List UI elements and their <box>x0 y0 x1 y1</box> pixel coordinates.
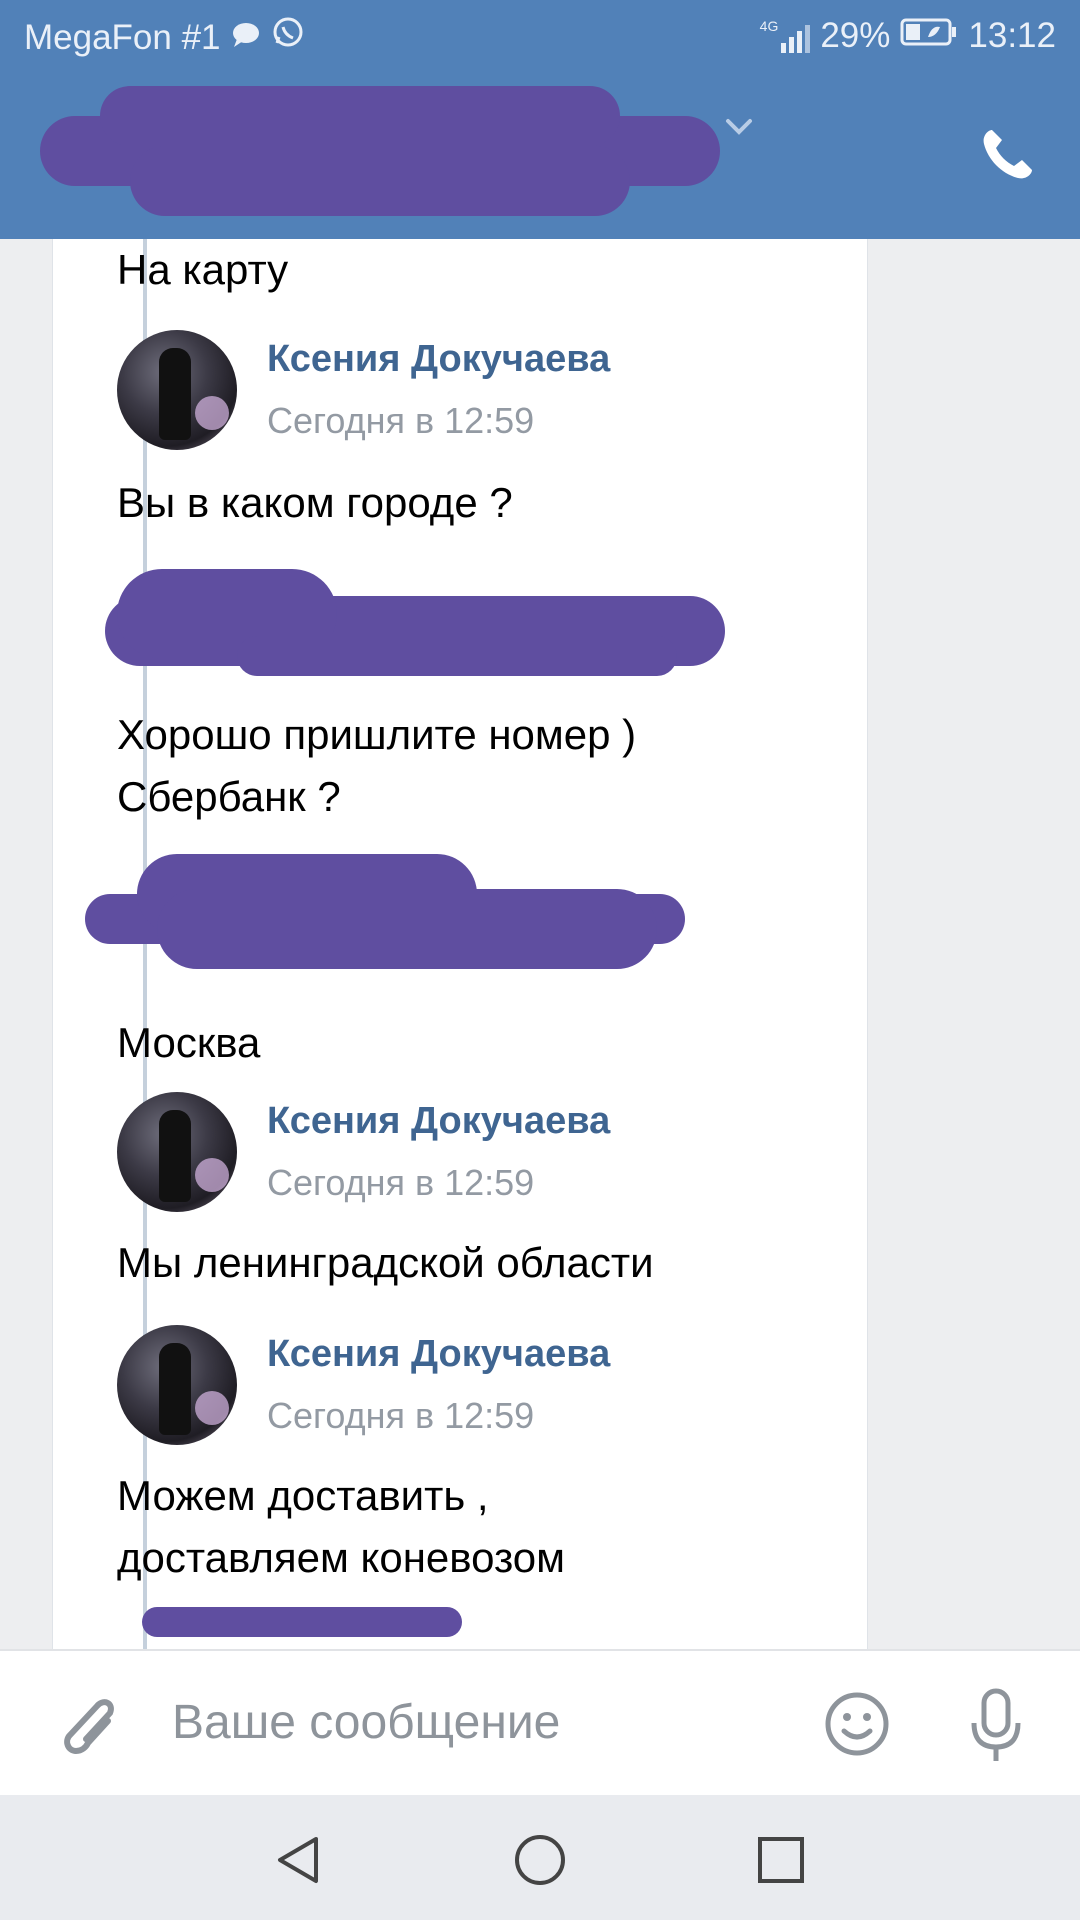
signal-icon: 4G <box>760 19 811 53</box>
phone-icon[interactable] <box>978 126 1036 184</box>
message-text: Можем доставить , доставляем коневозом <box>117 1465 565 1589</box>
status-indicators: 4G 29% 13:12 <box>760 16 1056 56</box>
chat-area[interactable]: На карту Ксения Докучаева Сегодня в 12:5… <box>0 239 1080 1649</box>
author-row[interactable]: Ксения Докучаева Сегодня в 12:59 <box>117 1325 817 1449</box>
carrier-group: MegaFon #1 <box>24 16 305 59</box>
message-text: Москва <box>117 1019 261 1066</box>
avatar[interactable] <box>117 1092 237 1212</box>
author-row-redacted <box>105 564 817 688</box>
status-bar: MegaFon #1 4G 29% 13:12 <box>0 0 1080 76</box>
author-name[interactable]: Ксения Докучаева <box>267 1100 610 1143</box>
attachment-icon[interactable] <box>52 1691 118 1761</box>
message-text: Вы в каком городе ? <box>117 479 513 526</box>
system-navigation-bar <box>0 1795 1080 1920</box>
message-composer: Ваше сообщение <box>0 1649 1080 1797</box>
author-name[interactable]: Ксения Докучаева <box>267 1333 610 1376</box>
chat-bubble-icon <box>231 18 261 58</box>
message-text: На карту <box>117 246 289 293</box>
message-line: Можем доставить , <box>117 1472 489 1519</box>
author-row[interactable]: Ксения Докучаева Сегодня в 12:59 <box>117 330 817 454</box>
network-type-label: 4G <box>759 18 779 34</box>
message-text: Хорошо пришлите номер ) Сбербанк ? <box>117 704 636 828</box>
message-time: Сегодня в 12:59 <box>267 1395 535 1436</box>
conversation-title-redacted[interactable] <box>40 86 720 216</box>
message-line: Хорошо пришлите номер ) <box>117 711 637 758</box>
recents-icon[interactable] <box>754 1833 808 1887</box>
top-bar: MegaFon #1 4G 29% 13:12 <box>0 0 1080 239</box>
avatar[interactable] <box>117 1325 237 1445</box>
author-row-redacted <box>117 1607 817 1649</box>
microphone-icon[interactable] <box>966 1687 1026 1767</box>
chevron-down-icon[interactable] <box>724 112 754 142</box>
battery-icon <box>900 16 958 56</box>
author-row-redacted <box>85 854 817 978</box>
message-time: Сегодня в 12:59 <box>267 400 535 441</box>
message-text: Мы ленинградской области <box>117 1239 654 1286</box>
whatsapp-icon <box>271 16 305 59</box>
message-line: доставляем коневозом <box>117 1534 565 1581</box>
message-time: Сегодня в 12:59 <box>267 1162 535 1203</box>
battery-percent: 29% <box>820 16 891 55</box>
message-line: Сбербанк ? <box>117 773 341 820</box>
home-icon[interactable] <box>513 1833 567 1887</box>
message-input[interactable]: Ваше сообщение <box>172 1695 560 1750</box>
author-name[interactable]: Ксения Докучаева <box>267 338 610 381</box>
avatar[interactable] <box>117 330 237 450</box>
clock: 13:12 <box>968 16 1056 55</box>
author-row[interactable]: Ксения Докучаева Сегодня в 12:59 <box>117 1092 817 1216</box>
carrier-label: MegaFon #1 <box>24 17 221 57</box>
emoji-icon[interactable] <box>824 1691 890 1757</box>
back-icon[interactable] <box>270 1833 324 1887</box>
